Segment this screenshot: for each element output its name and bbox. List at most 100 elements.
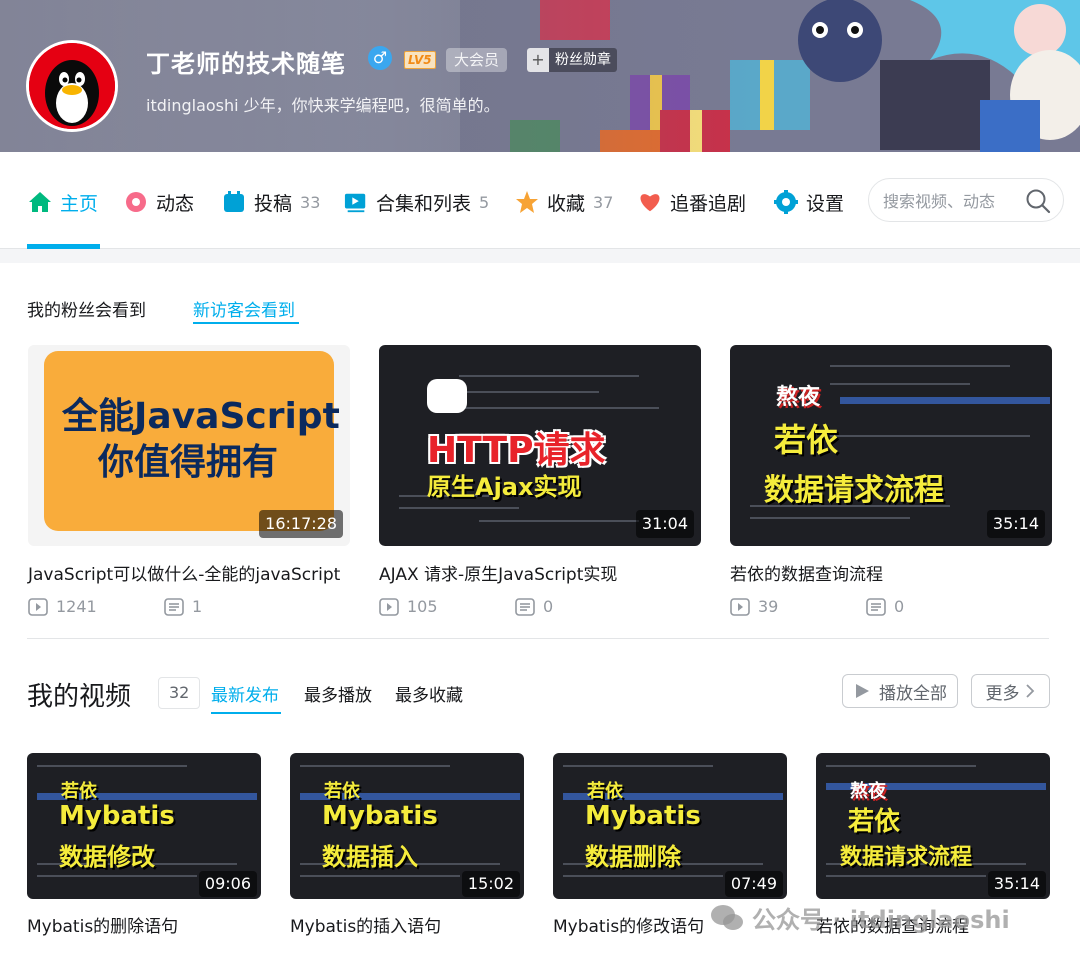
fan-badge-button[interactable]: + 粉丝勋章 <box>527 48 617 72</box>
penguin-avatar-icon <box>29 43 115 129</box>
thumb-line1: Mybatis <box>322 801 438 831</box>
duration-badge: 07:49 <box>724 871 783 897</box>
video-thumbnail[interactable]: 熬夜 若依 数据请求流程 35:14 <box>730 345 1052 546</box>
flower-icon <box>124 190 148 214</box>
thumb-tag: 若依 <box>324 781 360 802</box>
thumb-tag: 若依 <box>61 781 97 802</box>
tab-settings-label: 设置 <box>806 192 845 215</box>
thumb-line1: 若依 <box>848 807 901 837</box>
duration-badge: 35:14 <box>987 871 1046 897</box>
tab-uploads[interactable]: 投稿 33 <box>222 188 320 216</box>
recommend-card[interactable]: HTTP请求 原生Ajax实现 31:04 AJAX 请求-原生JavaScri… <box>379 345 701 616</box>
thumb-tag: 熬夜 <box>776 385 821 410</box>
recommend-card[interactable]: 全能JavaScript 你值得拥有 16:17:28 JavaScript可以… <box>28 345 350 616</box>
thumb-line3: 数据请求流程 <box>764 473 944 508</box>
views-stat: 105 <box>379 597 515 616</box>
tab-settings[interactable]: 设置 <box>774 188 844 216</box>
avatar[interactable] <box>26 40 118 132</box>
my-videos-tab-indicator <box>211 712 281 714</box>
tab-dynamic[interactable]: 动态 <box>124 188 194 216</box>
danmaku-stat: 0 <box>515 597 651 616</box>
play-all-button[interactable]: 播放全部 <box>842 674 958 708</box>
my-videos-count: 32 <box>158 677 201 709</box>
male-gender-icon: ♂ <box>368 46 392 70</box>
play-all-label: 播放全部 <box>879 683 947 704</box>
tab-uploads-label: 投稿 <box>254 192 293 215</box>
tab-new-visitor-view[interactable]: 新访客会看到 <box>193 296 295 321</box>
chevron-right-icon <box>1025 684 1034 698</box>
tab-latest[interactable]: 最新发布 <box>211 681 279 706</box>
thumb-line2: 原生Ajax实现 <box>427 473 582 501</box>
danmaku-icon <box>866 597 886 616</box>
tab-favorites-label: 收藏 <box>547 192 586 215</box>
tab-favorites[interactable]: 收藏 37 <box>515 188 613 216</box>
video-title[interactable]: Mybatis的插入语句 <box>290 912 524 937</box>
section-divider <box>27 638 1049 639</box>
fan-badge-label: 粉丝勋章 <box>555 52 611 68</box>
tab-dynamic-label: 动态 <box>156 192 195 215</box>
video-title[interactable]: Mybatis的删除语句 <box>27 912 261 937</box>
video-thumbnail[interactable]: 熬夜 若依 数据请求流程 35:14 <box>816 753 1050 899</box>
search-input[interactable] <box>883 189 1023 213</box>
thumb-tag: 熬夜 <box>850 781 886 802</box>
search-icon[interactable] <box>1025 188 1051 214</box>
video-thumbnail[interactable]: 若依 Mybatis 数据修改 09:06 <box>27 753 261 899</box>
views-stat: 1241 <box>28 597 164 616</box>
plus-icon: + <box>527 48 549 72</box>
play-count-icon <box>28 597 48 616</box>
play-icon <box>856 684 869 698</box>
video-thumbnail[interactable]: 全能JavaScript 你值得拥有 16:17:28 <box>28 345 350 546</box>
tab-bangumi[interactable]: 追番追剧 <box>638 188 746 216</box>
danmaku-count: 0 <box>543 597 554 616</box>
collections-count: 5 <box>479 192 490 212</box>
tab-most-played[interactable]: 最多播放 <box>304 681 372 706</box>
views-count: 39 <box>758 597 779 616</box>
thumb-line1: HTTP请求 <box>427 430 606 471</box>
video-thumbnail[interactable]: HTTP请求 原生Ajax实现 31:04 <box>379 345 701 546</box>
duration-badge: 16:17:28 <box>259 510 343 538</box>
thumb-line2: 数据插入 <box>322 843 418 871</box>
gear-icon <box>774 190 798 214</box>
thumb-line2: 若依 <box>774 421 839 459</box>
danmaku-icon <box>515 597 535 616</box>
favorites-count: 37 <box>593 192 614 212</box>
video-card[interactable]: 若依 Mybatis 数据修改 09:06 Mybatis的删除语句 <box>27 753 261 937</box>
profile-banner: 丁老师的技术随笔 ♂ LV5 大会员 + 粉丝勋章 itdinglaoshi 少… <box>0 0 1080 152</box>
duration-badge: 31:04 <box>635 510 694 538</box>
views-count: 105 <box>407 597 438 616</box>
tab-collections-label: 合集和列表 <box>376 192 472 215</box>
video-title[interactable]: JavaScript可以做什么-全能的javaScript <box>28 560 350 585</box>
duration-badge: 35:14 <box>986 510 1045 538</box>
section-gap <box>0 249 1080 263</box>
vip-badge[interactable]: 大会员 <box>446 48 508 72</box>
watermark-text: 公众号 · itdinglaoshi <box>752 906 1010 934</box>
video-title[interactable]: AJAX 请求-原生JavaScript实现 <box>379 560 701 585</box>
my-videos-title: 我的视频 <box>27 682 132 712</box>
home-icon <box>28 190 52 214</box>
video-stats: 105 0 <box>379 597 701 616</box>
username[interactable]: 丁老师的技术随笔 <box>146 44 346 79</box>
tab-bangumi-label: 追番追剧 <box>670 192 747 215</box>
more-button[interactable]: 更多 <box>971 674 1050 708</box>
thumb-line2: 数据删除 <box>585 843 681 871</box>
tab-home[interactable]: 主页 <box>28 188 98 216</box>
recommend-card[interactable]: 熬夜 若依 数据请求流程 35:14 若依的数据查询流程 39 0 <box>730 345 1052 616</box>
uploads-count: 33 <box>300 192 321 212</box>
video-stats: 1241 1 <box>28 597 350 616</box>
tab-fans-view[interactable]: 我的粉丝会看到 <box>27 296 146 321</box>
tab-collections[interactable]: 合集和列表 5 <box>344 188 489 216</box>
video-stats: 39 0 <box>730 597 1052 616</box>
video-title[interactable]: 若依的数据查询流程 <box>730 560 1052 585</box>
thumb-line1: 全能JavaScript <box>62 396 340 437</box>
tab-most-favorited[interactable]: 最多收藏 <box>395 681 463 706</box>
segment-indicator <box>193 322 299 324</box>
danmaku-stat: 0 <box>866 597 1002 616</box>
watermark: 公众号 · itdinglaoshi <box>710 900 1010 935</box>
playlist-icon <box>344 190 368 214</box>
danmaku-icon <box>164 597 184 616</box>
thumb-line1: Mybatis <box>585 801 701 831</box>
video-thumbnail[interactable]: 若依 Mybatis 数据删除 07:49 <box>553 753 787 899</box>
danmaku-count: 1 <box>192 597 203 616</box>
video-card[interactable]: 若依 Mybatis 数据插入 15:02 Mybatis的插入语句 <box>290 753 524 937</box>
video-thumbnail[interactable]: 若依 Mybatis 数据插入 15:02 <box>290 753 524 899</box>
